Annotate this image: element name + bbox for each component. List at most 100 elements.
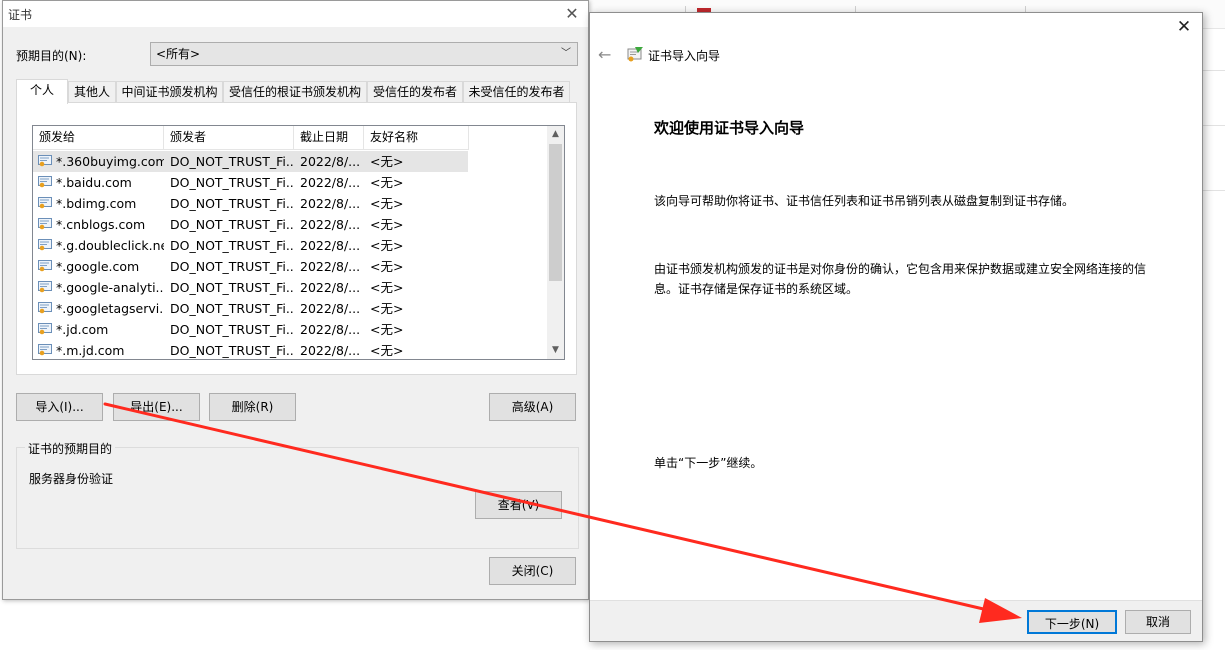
cell-issued-to: *.cnblogs.com — [56, 217, 146, 232]
vertical-scrollbar[interactable]: ▲ ▼ — [547, 126, 564, 359]
tab-label: 受信任的发布者 — [372, 85, 457, 99]
purpose-label: 预期目的(N): — [16, 49, 87, 63]
back-arrow-icon[interactable]: ← — [598, 45, 611, 64]
purpose-select[interactable]: <所有> ﹀ — [150, 42, 578, 66]
tab-label: 未受信任的发布者 — [468, 85, 565, 99]
remove-button[interactable]: 删除(R) — [209, 393, 296, 421]
tab-untrusted-publishers[interactable]: 未受信任的发布者 — [463, 81, 570, 102]
cell-issuer: DO_NOT_TRUST_Fi... — [170, 217, 294, 232]
cell-issuer: DO_NOT_TRUST_Fi... — [170, 196, 294, 211]
cell-expiry: 2022/8/... — [300, 238, 361, 253]
cell-issuer: DO_NOT_TRUST_Fi... — [170, 259, 294, 274]
table-row[interactable]: *.m.jd.com DO_NOT_TRUST_Fi... 2022/8/... <无… — [33, 340, 468, 359]
cell-issued-to: *.google.com — [56, 259, 140, 274]
tab-panel: 颁发给 颁发者 截止日期 友好名称 *.360buyimg.com DO_NOT_… — [16, 102, 577, 375]
table-row[interactable]: *.360buyimg.com DO_NOT_TRUST_Fi... 2022/8/… — [33, 151, 468, 172]
cell-friendly-name: <无> — [370, 175, 404, 190]
certificate-list[interactable]: 颁发给 颁发者 截止日期 友好名称 *.360buyimg.com DO_NOT_… — [32, 125, 565, 360]
cell-issued-to: *.baidu.com — [56, 175, 132, 190]
table-row[interactable]: *.cnblogs.com DO_NOT_TRUST_Fi... 2022/8/..… — [33, 214, 468, 235]
cell-friendly-name: <无> — [370, 343, 404, 358]
cell-friendly-name: <无> — [370, 238, 404, 253]
advanced-button[interactable]: 高级(A) — [489, 393, 576, 421]
table-row[interactable]: *.googletagservi... DO_NOT_TRUST_Fi... 202… — [33, 298, 468, 319]
cell-expiry: 2022/8/... — [300, 175, 361, 190]
import-button[interactable]: 导入(I)... — [16, 393, 103, 421]
cell-issued-to: *.google-analyti... — [56, 280, 164, 295]
cancel-button[interactable]: 取消 — [1125, 610, 1191, 634]
scroll-thumb[interactable] — [549, 144, 562, 281]
wizard-paragraph-continue: 单击“下一步”继续。 — [654, 456, 763, 470]
purpose-group-label: 证书的预期目的 — [25, 440, 116, 457]
certificates-dialog: 证书 ✕ 预期目的(N): <所有> ﹀ 个人 其他人 中间证书颁发机构 受信任… — [2, 0, 589, 600]
close-button[interactable]: 关闭(C) — [489, 557, 576, 585]
cell-friendly-name: <无> — [370, 259, 404, 274]
cell-issued-to: *.g.doubleclick.net — [56, 238, 164, 253]
cell-issuer: DO_NOT_TRUST_Fi... — [170, 154, 294, 169]
column-header-issued-to[interactable]: 颁发给 — [33, 126, 164, 150]
tab-intermediate-ca[interactable]: 中间证书颁发机构 — [116, 81, 223, 102]
wizard-paragraph-description: 由证书颁发机构颁发的证书是对你身份的确认，它包含用来保护数据或建立安全网络连接的… — [654, 262, 1147, 296]
column-header-expiry[interactable]: 截止日期 — [294, 126, 364, 150]
cell-friendly-name: <无> — [370, 154, 404, 169]
dialog-title: 证书 — [8, 8, 33, 22]
table-row[interactable]: *.google.com DO_NOT_TRUST_Fi... 2022/8/...… — [33, 256, 468, 277]
cell-issuer: DO_NOT_TRUST_Fi... — [170, 322, 294, 337]
cell-expiry: 2022/8/... — [300, 343, 361, 358]
list-header: 颁发给 颁发者 截止日期 友好名称 — [33, 126, 553, 150]
cell-expiry: 2022/8/... — [300, 259, 361, 274]
cell-expiry: 2022/8/... — [300, 280, 361, 295]
tab-trusted-publishers[interactable]: 受信任的发布者 — [367, 81, 463, 102]
scroll-down-icon[interactable]: ▼ — [547, 342, 564, 359]
next-button[interactable]: 下一步(N) — [1027, 610, 1117, 634]
cell-expiry: 2022/8/... — [300, 196, 361, 211]
tab-label: 受信任的根证书颁发机构 — [228, 85, 361, 99]
certificate-import-wizard: ✕ ← 证书导入向导 欢迎使用证书导入向导 该向导可帮助你将证书、证书信任列表和… — [589, 12, 1203, 642]
tab-trusted-root-ca[interactable]: 受信任的根证书颁发机构 — [223, 81, 367, 102]
table-row[interactable]: *.google-analyti... DO_NOT_TRUST_Fi... 202… — [33, 277, 468, 298]
cell-issuer: DO_NOT_TRUST_Fi... — [170, 343, 294, 358]
table-row[interactable]: *.baidu.com DO_NOT_TRUST_Fi... 2022/8/... <… — [33, 172, 468, 193]
cell-friendly-name: <无> — [370, 217, 404, 232]
table-row[interactable]: *.bdimg.com DO_NOT_TRUST_Fi... 2022/8/... <… — [33, 193, 468, 214]
table-row[interactable]: *.jd.com DO_NOT_TRUST_Fi... 2022/8/... <无> — [33, 319, 468, 340]
cell-expiry: 2022/8/... — [300, 154, 361, 169]
purpose-group-value: 服务器身份验证 — [29, 472, 114, 486]
purpose-selected-value: <所有> — [156, 47, 201, 61]
chevron-down-icon: ﹀ — [561, 48, 571, 59]
cell-expiry: 2022/8/... — [300, 217, 361, 232]
cell-friendly-name: <无> — [370, 196, 404, 211]
title-bar: 证书 ✕ — [3, 1, 588, 27]
cell-expiry: 2022/8/... — [300, 301, 361, 316]
view-button[interactable]: 查看(V) — [475, 491, 562, 519]
cell-issued-to: *.jd.com — [56, 322, 109, 337]
cell-issued-to: *.bdimg.com — [56, 196, 137, 211]
cell-issued-to: *.googletagservi... — [56, 301, 164, 316]
tab-label: 中间证书颁发机构 — [121, 85, 218, 99]
cell-issued-to: *.m.jd.com — [56, 343, 125, 358]
cell-issuer: DO_NOT_TRUST_Fi... — [170, 301, 294, 316]
wizard-heading: 欢迎使用证书导入向导 — [654, 119, 805, 137]
cell-expiry: 2022/8/... — [300, 322, 361, 337]
column-header-friendly-name[interactable]: 友好名称 — [364, 126, 469, 150]
cell-issuer: DO_NOT_TRUST_Fi... — [170, 280, 294, 295]
wizard-paragraph-intro: 该向导可帮助你将证书、证书信任列表和证书吊销列表从磁盘复制到证书存储。 — [654, 194, 1075, 208]
tab-other-people[interactable]: 其他人 — [68, 81, 116, 102]
cell-friendly-name: <无> — [370, 322, 404, 337]
cell-friendly-name: <无> — [370, 280, 404, 295]
column-header-issuer[interactable]: 颁发者 — [164, 126, 294, 150]
cell-issuer: DO_NOT_TRUST_Fi... — [170, 238, 294, 253]
cell-friendly-name: <无> — [370, 301, 404, 316]
wizard-title: 证书导入向导 — [648, 49, 721, 63]
export-button[interactable]: 导出(E)... — [113, 393, 200, 421]
tab-label: 个人 — [29, 83, 54, 97]
certificate-wizard-icon — [627, 47, 643, 62]
close-icon[interactable]: ✕ — [562, 4, 582, 24]
tab-label: 其他人 — [73, 85, 110, 99]
cell-issuer: DO_NOT_TRUST_Fi... — [170, 175, 294, 190]
cell-issued-to: *.360buyimg.com — [56, 154, 164, 169]
scroll-up-icon[interactable]: ▲ — [547, 126, 564, 143]
tab-personal[interactable]: 个人 — [16, 79, 68, 104]
close-icon[interactable]: ✕ — [1174, 17, 1194, 37]
table-row[interactable]: *.g.doubleclick.net DO_NOT_TRUST_Fi... 202… — [33, 235, 468, 256]
